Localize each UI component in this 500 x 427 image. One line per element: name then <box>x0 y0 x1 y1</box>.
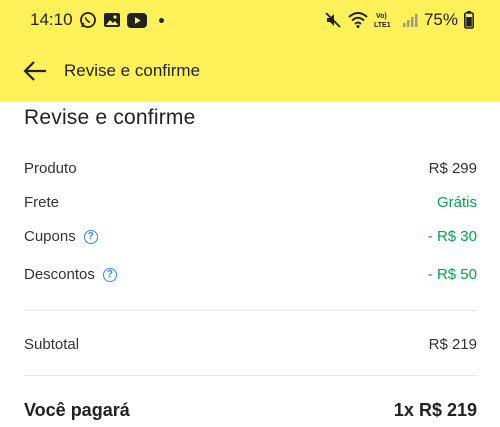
page-title: Revise e confirme <box>24 106 196 129</box>
total-row: Você pagará 1x R$ 219 <box>24 400 477 421</box>
row-value: - R$ 30 <box>427 228 477 245</box>
subtotal-row: Subtotal R$ 219 <box>24 336 477 353</box>
help-icon[interactable]: ? <box>102 267 117 282</box>
notification-dot-icon <box>158 17 164 23</box>
total-label: Você pagará <box>24 400 130 420</box>
status-bar: 14:10 Vo) LTE1 75% <box>0 0 500 40</box>
app-bar-title: Revise e confirme <box>64 61 201 80</box>
lte-icon: Vo) LTE1 <box>374 11 396 29</box>
status-right: Vo) LTE1 75% <box>324 10 474 30</box>
summary-row-frete: Frete Grátis <box>24 194 477 211</box>
row-value: R$ 299 <box>428 160 477 177</box>
help-icon[interactable]: ? <box>83 229 98 244</box>
battery-icon <box>464 11 474 29</box>
battery-percent: 75% <box>423 10 458 29</box>
summary-row-descontos: Descontos ? - R$ 50 <box>24 266 477 283</box>
status-time: 14:10 <box>30 10 73 29</box>
total-value: 1x R$ 219 <box>393 400 477 420</box>
divider <box>24 375 477 376</box>
youtube-icon <box>126 12 147 28</box>
row-label: Produto <box>24 160 77 177</box>
back-button[interactable] <box>22 60 48 82</box>
row-label-wrap: Descontos ? <box>24 266 117 283</box>
svg-text:Vo): Vo) <box>376 13 387 20</box>
gallery-icon <box>103 12 121 28</box>
order-summary: Revise e confirme Produto R$ 299 Frete G… <box>0 102 500 427</box>
signal-icon <box>402 12 418 28</box>
whatsapp-icon <box>79 11 97 29</box>
row-label: Descontos <box>24 266 95 283</box>
summary-row-produto: Produto R$ 299 <box>24 160 477 177</box>
row-label: Cupons <box>24 228 76 245</box>
back-arrow-icon <box>23 61 46 81</box>
summary-row-cupons: Cupons ? - R$ 30 <box>24 228 477 245</box>
row-value: - R$ 50 <box>427 266 477 283</box>
status-left: 14:10 <box>30 10 164 30</box>
app-bar: Revise e confirme <box>0 40 500 102</box>
mute-icon <box>324 11 342 29</box>
subtotal-label: Subtotal <box>24 336 80 353</box>
subtotal-value: R$ 219 <box>428 336 477 353</box>
row-label: Frete <box>24 194 60 211</box>
wifi-icon <box>348 12 368 28</box>
row-label-wrap: Cupons ? <box>24 228 98 245</box>
row-value: Grátis <box>436 194 477 211</box>
divider <box>24 310 477 311</box>
svg-text:LTE1: LTE1 <box>374 22 391 29</box>
